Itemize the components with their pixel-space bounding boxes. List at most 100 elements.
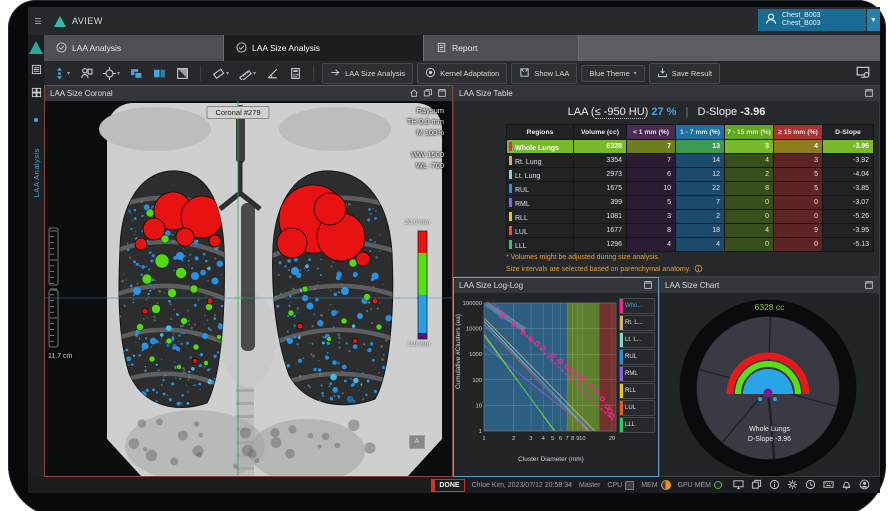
- kernel-adaptation-button[interactable]: Kernel Adaptation: [417, 63, 507, 84]
- info-icon[interactable]: [769, 479, 780, 492]
- value-cell: 4: [725, 224, 774, 238]
- loglog-panel-header[interactable]: LAA Size Log-Log: [454, 278, 658, 293]
- patient-info-icon[interactable]: [77, 65, 96, 82]
- table-row-rul[interactable]: RUL1675102285-3.85: [507, 182, 874, 196]
- value-cell: 399: [574, 196, 627, 210]
- bell-icon[interactable]: [841, 479, 852, 492]
- ct-viewport[interactable]: Coronal #279 Raysum TH 0.0 mm M 100% WW …: [45, 101, 452, 476]
- table-row-rt-lung[interactable]: Rt. Lung335471443-3.92: [507, 154, 874, 168]
- patient-selector[interactable]: Chest_B003 Chest_B003: [758, 9, 866, 31]
- column-header[interactable]: 1 - 7 mm (%): [676, 125, 725, 140]
- size-chart-panel-header[interactable]: LAA Size Chart: [660, 278, 879, 293]
- tab-laa-analysis[interactable]: LAA Analysis: [44, 35, 224, 61]
- value-cell: 3: [774, 154, 823, 168]
- home-icon[interactable]: [405, 88, 419, 100]
- table-panel-title: LAA Size Table: [459, 89, 513, 98]
- table-row-whole-lungs[interactable]: Whole Lungs632871334-3.96: [507, 140, 874, 154]
- value-cell: 8: [627, 224, 676, 238]
- user-icon[interactable]: [859, 479, 870, 492]
- hamburger-menu-icon[interactable]: ☰: [30, 17, 46, 26]
- copy-icon[interactable]: [751, 479, 762, 492]
- layout-grid-icon[interactable]: [31, 87, 42, 100]
- legend-item-rll[interactable]: RLL: [619, 383, 655, 399]
- patient-dropdown-caret[interactable]: ▼: [867, 9, 880, 31]
- maximize-panel-icon[interactable]: [860, 280, 874, 292]
- loglog-ylabel: Cumulative #Clusters (ea): [455, 314, 462, 389]
- gear-icon[interactable]: [787, 479, 798, 492]
- save-icon: [657, 67, 668, 80]
- column-header[interactable]: Volume (cc): [574, 125, 627, 140]
- ct-image[interactable]: [45, 101, 452, 476]
- calculator-icon[interactable]: [286, 65, 305, 82]
- crosshair-icon[interactable]: ▾: [100, 65, 123, 82]
- layout-compare-icon[interactable]: [150, 65, 169, 82]
- maximize-panel-icon[interactable]: [433, 88, 447, 100]
- overlay-window-info: WW 1500 WL -700: [411, 149, 444, 171]
- column-header[interactable]: ≥ 15 mm (%): [774, 125, 823, 140]
- rail-workflow-label[interactable]: LAA Analysis: [32, 148, 41, 197]
- layout-list-icon[interactable]: [31, 64, 42, 77]
- tab-report[interactable]: Report: [424, 35, 579, 61]
- display-settings-icon[interactable]: [856, 65, 870, 81]
- display-icon[interactable]: [733, 479, 744, 492]
- value-cell: 3354: [574, 154, 627, 168]
- loglog-panel: LAA Size Log-Log 12345678910201101001000…: [453, 277, 659, 477]
- save-result-button[interactable]: Save Result: [649, 63, 720, 84]
- window-level-icon[interactable]: [173, 65, 192, 82]
- dslope-value: -3.96: [740, 106, 765, 118]
- column-header[interactable]: Regions: [507, 125, 574, 140]
- eraser-icon[interactable]: ▾: [209, 65, 232, 82]
- ruler-length-label: 11.7 cm: [48, 353, 72, 360]
- table-row-lt-lung[interactable]: Lt. Lung297361225-4.04: [507, 168, 874, 182]
- cascade-icon[interactable]: [419, 88, 433, 100]
- column-header[interactable]: < 1 mm (%): [627, 125, 676, 140]
- overlay-render-info: Raysum TH 0.0 mm M 100%: [407, 105, 444, 138]
- svg-text:2: 2: [512, 436, 515, 442]
- svg-text:8: 8: [571, 436, 574, 442]
- table-row-lll[interactable]: LLL12964400-5.13: [507, 238, 874, 252]
- theme-select[interactable]: Blue Theme▾: [581, 65, 644, 82]
- table-row-lul[interactable]: LUL167781849-3.95: [507, 224, 874, 238]
- show-laa-button[interactable]: Show LAA: [511, 63, 577, 84]
- region-cell: Rt. Lung: [507, 154, 574, 168]
- pan-icon[interactable]: ▾: [50, 65, 73, 82]
- table-row-rml[interactable]: RML3995700-3.07: [507, 196, 874, 210]
- maximize-panel-icon[interactable]: [860, 88, 874, 100]
- legend-item-rul[interactable]: RUL: [619, 349, 655, 365]
- ruler-icon[interactable]: ▾: [236, 65, 259, 82]
- cpu-indicator-icon: [625, 481, 634, 490]
- legend-item-whole-lungs[interactable]: Who...: [619, 298, 655, 314]
- region-color-marker: [509, 226, 512, 235]
- value-cell: 1675: [574, 182, 627, 196]
- loglog-panel-title: LAA Size Log-Log: [459, 281, 523, 290]
- layout-windows-icon[interactable]: [127, 65, 146, 82]
- laa-size-analysis-button[interactable]: LAA Size Analysis: [322, 63, 413, 84]
- size-chart[interactable]: [660, 293, 879, 478]
- legend-item-rt-lung[interactable]: Rt. L...: [619, 315, 655, 331]
- legend-item-lll[interactable]: LLL: [619, 417, 655, 433]
- table-row-rll[interactable]: RLL10813200-5.26: [507, 210, 874, 224]
- value-cell: 9: [774, 224, 823, 238]
- donut-region-label: Whole Lungs: [660, 426, 879, 433]
- hu-threshold[interactable]: ≤ -950 HU: [595, 106, 645, 119]
- toolbar-separator: [200, 65, 201, 81]
- angle-icon[interactable]: [263, 65, 282, 82]
- left-rail: LAA Analysis: [28, 35, 44, 477]
- info-icon[interactable]: [691, 266, 703, 273]
- history-icon[interactable]: [805, 479, 816, 492]
- table-footnotes: * Volumes might be adjusted during size …: [506, 252, 703, 276]
- value-cell: 2: [676, 210, 725, 224]
- legend-item-lt-lung[interactable]: Lt. L...: [619, 332, 655, 348]
- table-panel-header[interactable]: LAA Size Table: [454, 86, 879, 101]
- column-header[interactable]: 7 - 15 mm (%): [725, 125, 774, 140]
- column-header[interactable]: D-Slope: [823, 125, 874, 140]
- region-color-marker: [509, 142, 512, 151]
- legend-item-lul[interactable]: LUL: [619, 400, 655, 416]
- orientation-box-label[interactable]: A: [409, 435, 425, 449]
- coronal-panel-header[interactable]: LAA Size Coronal: [45, 86, 452, 101]
- tab-laa-size-analysis[interactable]: LAA Size Analysis: [224, 35, 424, 61]
- maximize-panel-icon[interactable]: [639, 280, 653, 292]
- keyboard-icon[interactable]: [823, 479, 834, 492]
- legend-item-rml[interactable]: RML: [619, 366, 655, 382]
- size-chart-panel: LAA Size Chart 6328 cc Whole Lungs D-Slo…: [659, 277, 880, 477]
